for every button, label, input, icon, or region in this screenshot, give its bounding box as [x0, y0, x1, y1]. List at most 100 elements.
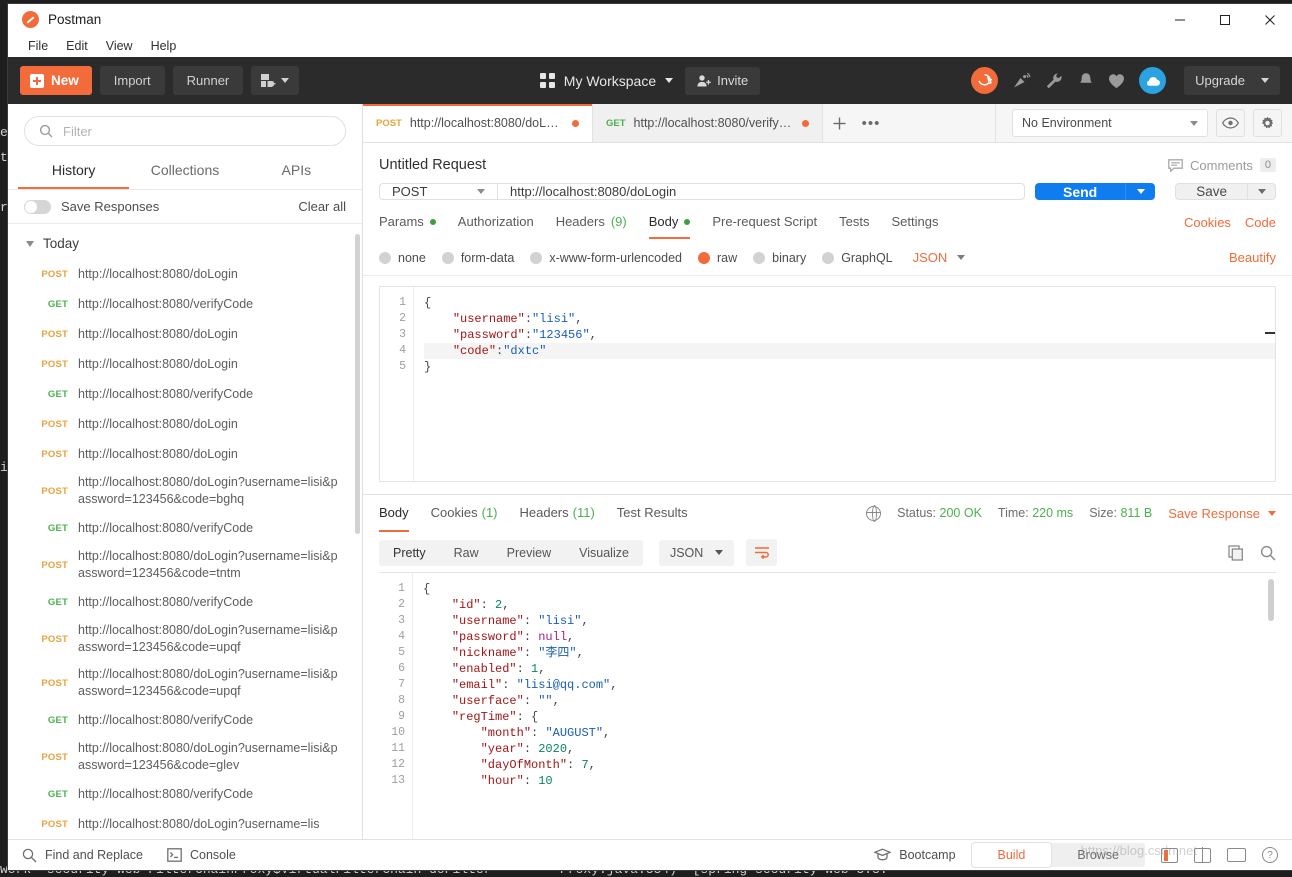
history-item[interactable]: POST http://localhost:8080/doLogin: [8, 259, 362, 289]
environment-selector[interactable]: No Environment: [1012, 109, 1208, 137]
history-item[interactable]: POST http://localhost:8080/doLogin?userna…: [8, 469, 362, 513]
history-item[interactable]: POST http://localhost:8080/doLogin?userna…: [8, 735, 362, 779]
cookies-link[interactable]: Cookies: [1184, 215, 1231, 230]
send-button[interactable]: Send: [1034, 183, 1126, 200]
raw-format-selector[interactable]: JSON: [913, 250, 966, 265]
history-item[interactable]: POST http://localhost:8080/doLogin: [8, 409, 362, 439]
view-mode-raw[interactable]: Raw: [440, 540, 493, 566]
minimize-button[interactable]: [1157, 4, 1202, 35]
bell-icon[interactable]: [1078, 72, 1094, 89]
save-button[interactable]: Save: [1175, 183, 1248, 200]
new-button[interactable]: New: [20, 66, 92, 95]
heart-icon[interactable]: [1108, 73, 1125, 89]
request-body-editor[interactable]: 1 2 3 4 5 { "username":"lisi", "password":"1…: [379, 286, 1276, 482]
body-type-urlencoded[interactable]: x-www-form-urlencoded: [530, 251, 682, 265]
response-tab-headers[interactable]: Headers (11): [520, 495, 595, 532]
history-item[interactable]: POST http://localhost:8080/doLogin?userna…: [8, 661, 362, 705]
url-input[interactable]: [510, 184, 1012, 199]
satellite-icon[interactable]: [1012, 72, 1031, 89]
build-tab[interactable]: Build: [971, 843, 1052, 867]
history-item[interactable]: POST http://localhost:8080/doLogin?userna…: [8, 809, 362, 839]
history-list[interactable]: Today POST http://localhost:8080/doLogin G…: [8, 224, 362, 839]
history-item[interactable]: GET http://localhost:8080/verifyCode: [8, 513, 362, 543]
console-button[interactable]: Console: [167, 848, 236, 862]
body-type-raw[interactable]: raw: [698, 251, 737, 265]
browse-tab[interactable]: Browse: [1051, 843, 1145, 867]
import-button[interactable]: Import: [99, 66, 165, 95]
tab-pre-request-script[interactable]: Pre-request Script: [712, 214, 817, 239]
history-item[interactable]: POST http://localhost:8080/doLogin?userna…: [8, 617, 362, 661]
sidebar-scrollbar[interactable]: [355, 234, 360, 534]
filter-box[interactable]: [24, 116, 346, 146]
environment-quick-look-button[interactable]: [1216, 109, 1245, 137]
comments-button[interactable]: Comments 0: [1168, 158, 1276, 173]
request-code[interactable]: { "username":"lisi", "password":"123456"…: [414, 287, 1275, 481]
history-item[interactable]: POST http://localhost:8080/doLogin: [8, 319, 362, 349]
tab-settings[interactable]: Settings: [891, 214, 938, 239]
copy-icon[interactable]: [1228, 544, 1244, 561]
body-type-graphql[interactable]: GraphQL: [822, 251, 893, 265]
filter-input[interactable]: [63, 123, 331, 139]
sidebar-tab-collections[interactable]: Collections: [129, 156, 240, 189]
maximize-button[interactable]: [1202, 4, 1247, 35]
bootcamp-button[interactable]: Bootcamp: [874, 848, 956, 862]
request-tab-dologin[interactable]: POST http://localhost:8080/doLogin...: [363, 104, 593, 142]
keyboard-shortcuts-icon[interactable]: [1227, 848, 1246, 862]
help-icon[interactable]: ?: [1262, 847, 1278, 863]
history-item[interactable]: GET http://localhost:8080/verifyCode: [8, 779, 362, 809]
save-responses-toggle[interactable]: [24, 199, 51, 214]
editor-resize-handle[interactable]: [1265, 332, 1275, 334]
clear-all-button[interactable]: Clear all: [298, 199, 346, 214]
response-tab-test-results[interactable]: Test Results: [617, 495, 688, 532]
body-type-form-data[interactable]: form-data: [441, 251, 514, 265]
tab-authorization[interactable]: Authorization: [458, 214, 534, 239]
send-options-button[interactable]: [1125, 183, 1156, 200]
sync-icon[interactable]: [971, 67, 999, 94]
response-scrollbar[interactable]: [1268, 579, 1274, 621]
body-type-none[interactable]: none: [379, 251, 426, 265]
history-item[interactable]: POST http://localhost:8080/doLogin?userna…: [8, 543, 362, 587]
response-tab-body[interactable]: Body: [379, 495, 409, 532]
history-item[interactable]: GET http://localhost:8080/verifyCode: [8, 587, 362, 617]
menu-view[interactable]: View: [98, 37, 141, 55]
history-group-today[interactable]: Today: [8, 230, 362, 259]
response-tab-cookies[interactable]: Cookies (1): [431, 495, 498, 532]
view-mode-visualize[interactable]: Visualize: [565, 540, 643, 566]
menu-file[interactable]: File: [20, 37, 56, 55]
code-link[interactable]: Code: [1245, 215, 1276, 230]
history-item[interactable]: GET http://localhost:8080/verifyCode: [8, 705, 362, 735]
beautify-button[interactable]: Beautify: [1229, 250, 1276, 265]
menu-edit[interactable]: Edit: [58, 37, 96, 55]
url-input-wrapper[interactable]: [497, 183, 1025, 200]
tab-body[interactable]: Body: [648, 214, 691, 239]
tab-headers[interactable]: Headers (9): [556, 214, 627, 239]
history-item[interactable]: POST http://localhost:8080/doLogin: [8, 349, 362, 379]
find-and-replace-button[interactable]: Find and Replace: [22, 848, 143, 863]
view-mode-preview[interactable]: Preview: [493, 540, 565, 566]
body-type-binary[interactable]: binary: [753, 251, 806, 265]
history-item[interactable]: GET http://localhost:8080/verifyCode: [8, 379, 362, 409]
environment-settings-button[interactable]: [1253, 109, 1282, 137]
new-window-button[interactable]: [251, 66, 300, 95]
workspace-selector[interactable]: My Workspace: [539, 73, 674, 89]
history-item[interactable]: GET http://localhost:8080/verifyCode: [8, 289, 362, 319]
single-pane-layout-icon[interactable]: [1161, 847, 1178, 863]
wrench-icon[interactable]: [1045, 72, 1064, 89]
save-response-button[interactable]: Save Response: [1168, 506, 1276, 521]
save-options-button[interactable]: [1248, 183, 1276, 200]
tab-options-button[interactable]: •••: [855, 104, 887, 142]
menu-help[interactable]: Help: [143, 37, 185, 55]
tab-tests[interactable]: Tests: [839, 214, 869, 239]
tab-params[interactable]: Params: [379, 214, 436, 239]
cloud-sync-icon[interactable]: [1139, 67, 1167, 94]
search-icon[interactable]: [1260, 545, 1276, 561]
wrap-lines-button[interactable]: [746, 539, 778, 566]
two-pane-layout-icon[interactable]: [1194, 847, 1211, 863]
response-format-selector[interactable]: JSON: [658, 539, 735, 566]
response-body-viewer[interactable]: 1 2 3 4 5 6 7 8 9 10 11 12 13 { "id": 2, "username":…: [379, 572, 1276, 839]
runner-button[interactable]: Runner: [172, 66, 244, 95]
response-code[interactable]: { "id": 2, "username": "lisi", "password…: [413, 573, 1276, 839]
history-item[interactable]: POST http://localhost:8080/doLogin: [8, 439, 362, 469]
close-button[interactable]: [1247, 4, 1292, 35]
invite-button[interactable]: Invite: [685, 66, 761, 95]
